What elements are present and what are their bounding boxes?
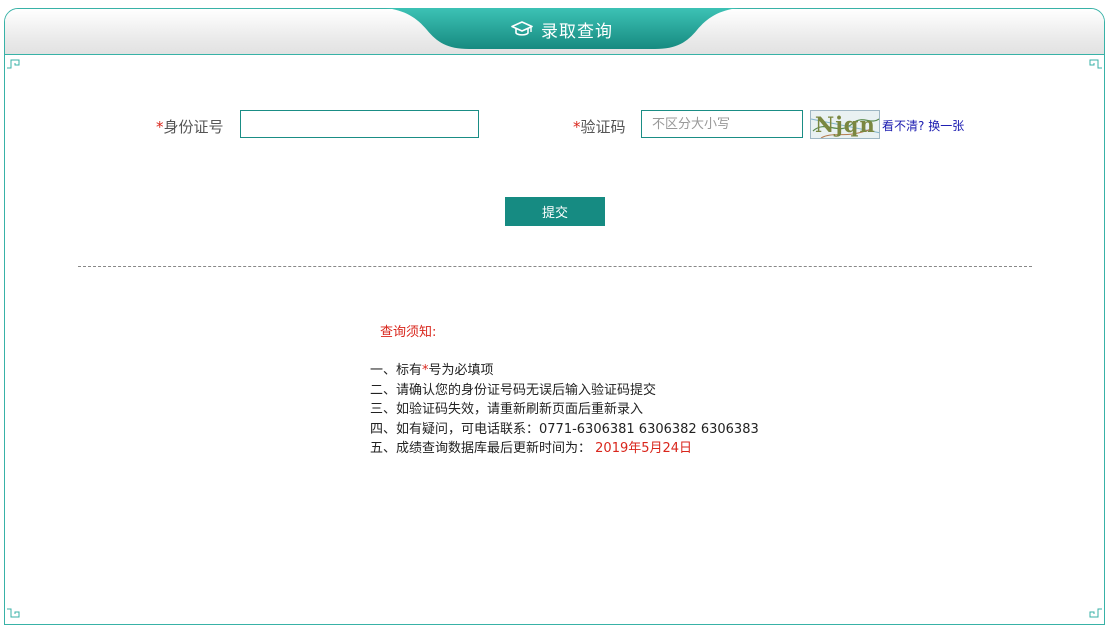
captcha-refresh: 看不清? 换一张 (882, 117, 964, 134)
required-mark: * (573, 118, 581, 136)
notice-item-3: 三、如验证码失效，请重新刷新页面后重新录入 (370, 402, 644, 417)
captcha-refresh-link[interactable]: 换一张 (928, 119, 964, 133)
id-number-input[interactable] (240, 110, 479, 138)
captcha-input[interactable] (641, 110, 803, 138)
notice-item-5: 五、成绩查询数据库最后更新时间为： 2019年5月24日 (370, 439, 759, 459)
corner-ornament-icon (1086, 605, 1102, 621)
captcha-label-text: 验证码 (580, 118, 626, 136)
notice-item-4: 四、如有疑问，可电话联系：0771-6306381 6306382 630638… (370, 421, 759, 437)
title-content: 录取查询 (385, 16, 739, 42)
notice-title: 查询须知: (380, 325, 437, 340)
corner-ornament-icon (7, 56, 23, 72)
notice-list: 一、标有*号为必填项 二、请确认您的身份证号码无误后输入验证码提交 三、如验证码… (370, 361, 759, 459)
graduation-cap-icon (511, 21, 533, 37)
notice-item-1-text: 一、标有 (370, 363, 423, 378)
divider (78, 266, 1032, 267)
captcha-image[interactable]: Njqn (810, 110, 880, 139)
captcha-text: Njqn (815, 112, 876, 137)
notice-item-1: 一、标有*号为必填项 (370, 361, 759, 381)
page-title: 录取查询 (541, 21, 613, 42)
id-number-label-text: 身份证号 (163, 118, 224, 136)
submit-button[interactable]: 提交 (505, 197, 605, 226)
captcha-refresh-hint[interactable]: 看不清? (882, 119, 924, 133)
id-number-label: *身份证号 (156, 116, 224, 137)
notice-item-2: 二、请确认您的身份证号码无误后输入验证码提交 (370, 382, 657, 398)
title-tab: 录取查询 (385, 8, 739, 50)
required-mark: * (156, 118, 164, 136)
notice-item-1-text-end: 号为必填项 (428, 363, 494, 378)
query-panel: 录取查询 (4, 8, 1105, 625)
captcha-label: *验证码 (573, 116, 626, 137)
update-date: 2019年5月24日 (595, 441, 693, 456)
notice-item-5-text: 五、成绩查询数据库最后更新时间为： (370, 441, 592, 456)
corner-ornament-icon (7, 605, 23, 621)
corner-ornament-icon (1086, 56, 1102, 72)
